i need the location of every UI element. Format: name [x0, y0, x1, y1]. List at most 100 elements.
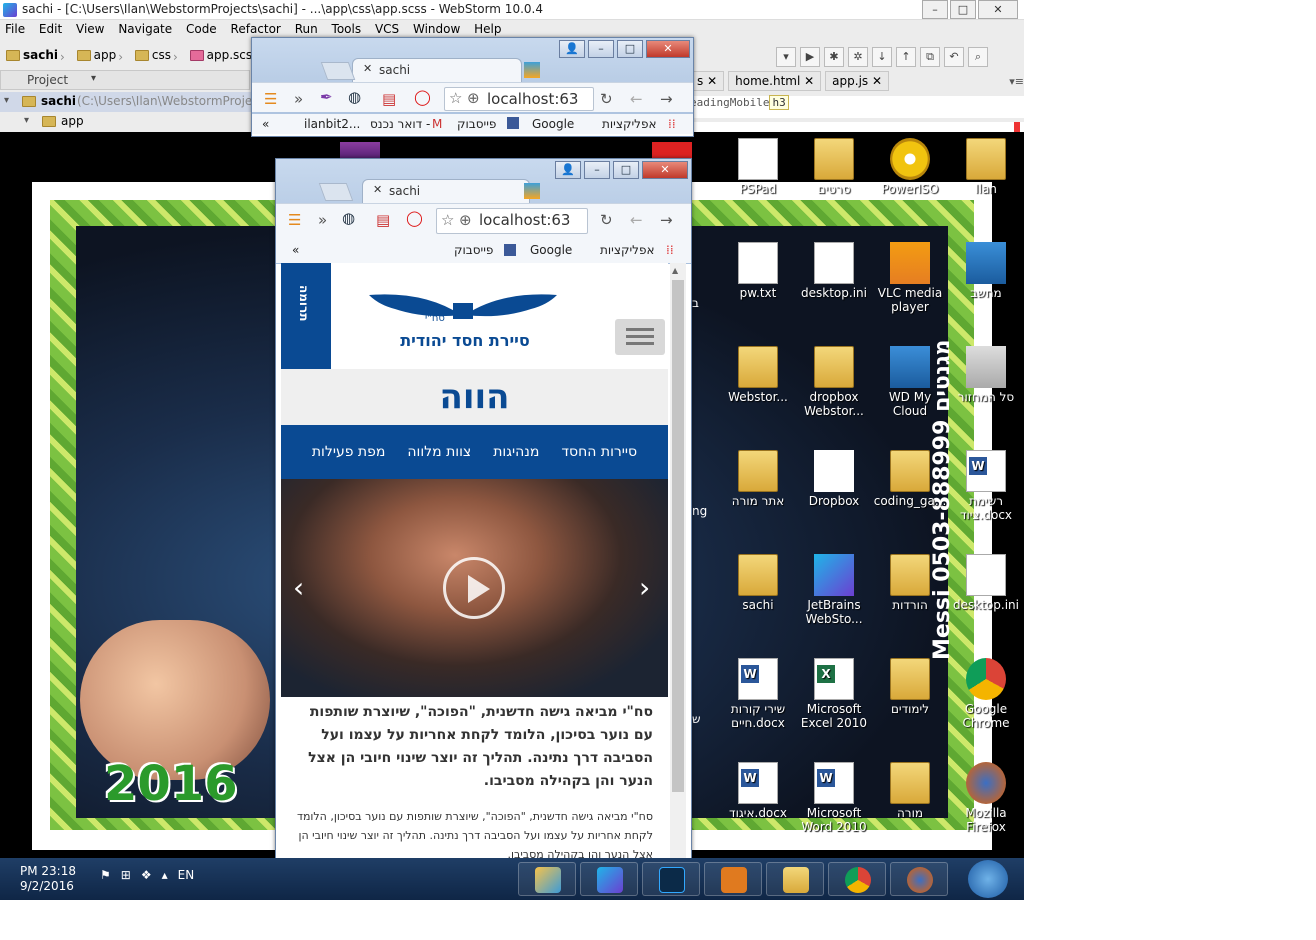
- tree-app-row[interactable]: ▾ app: [0, 112, 252, 132]
- profile-button[interactable]: 👤: [555, 161, 581, 179]
- menu-icon[interactable]: ☰: [264, 90, 277, 108]
- notes-icon[interactable]: ▤: [382, 90, 396, 108]
- browser-tab[interactable]: sachi ✕: [352, 58, 522, 82]
- bookmark-item[interactable]: אפליקציות: [600, 243, 655, 257]
- desktop-icon[interactable]: רשימת ציוד.docx: [948, 450, 1024, 522]
- revert-icon[interactable]: ↶: [944, 47, 964, 67]
- bookmark-item[interactable]: ilanbit2...: [304, 117, 360, 131]
- desktop-icon[interactable]: שירי קורות חיים.docx: [720, 658, 796, 730]
- menu-edit[interactable]: Edit: [39, 22, 62, 36]
- minimize-button[interactable]: –: [588, 40, 614, 58]
- extension-icon[interactable]: [524, 183, 540, 199]
- menu-icon[interactable]: ☰: [288, 211, 301, 229]
- vcs-update-icon[interactable]: ↓: [872, 47, 892, 67]
- globe-icon[interactable]: ◍: [342, 209, 355, 227]
- nav-item[interactable]: סיירות החסד: [561, 444, 637, 460]
- maximize-button[interactable]: □: [613, 161, 639, 179]
- desktop-icon[interactable]: PSPad: [720, 138, 796, 196]
- profile-button[interactable]: 👤: [559, 40, 585, 58]
- desktop-icon[interactable]: Ilan: [948, 138, 1024, 196]
- run-config-dropdown[interactable]: ▾: [776, 47, 796, 67]
- back-icon[interactable]: ←: [630, 90, 643, 108]
- language-indicator[interactable]: EN: [178, 868, 195, 882]
- address-bar[interactable]: ☆ ⊕ localhost:63: [444, 87, 594, 111]
- tab-scss-partial[interactable]: s ✕: [690, 71, 725, 91]
- hamburger-menu-button[interactable]: [615, 319, 665, 355]
- crumb-sachi[interactable]: sachi: [6, 44, 58, 66]
- scroll-up-icon[interactable]: ▲: [672, 266, 678, 275]
- opera-icon[interactable]: ◯: [406, 209, 423, 227]
- start-button[interactable]: [968, 860, 1008, 898]
- close-tab-icon[interactable]: ✕: [363, 62, 372, 75]
- run-icon[interactable]: ▶: [800, 47, 820, 67]
- play-icon[interactable]: [443, 557, 505, 619]
- chevron-down-icon[interactable]: ▾: [4, 95, 9, 106]
- address-bar[interactable]: ☆ ⊕ localhost:63: [436, 208, 588, 234]
- scrollbar-thumb[interactable]: [672, 280, 684, 792]
- editor-tag[interactable]: h3: [769, 95, 789, 110]
- reload-icon[interactable]: ↻: [600, 211, 613, 229]
- nav-item[interactable]: צוות מלווה: [407, 444, 471, 460]
- desktop-icon[interactable]: VLC media player: [872, 242, 948, 314]
- desktop-icon[interactable]: סל המחזור: [948, 346, 1024, 404]
- bookmark-item[interactable]: דואר נכנס -: [370, 117, 430, 131]
- next-arrow-icon[interactable]: ›: [639, 571, 650, 604]
- desktop-icon[interactable]: איגוד.docx: [720, 762, 796, 820]
- desktop-icon[interactable]: Google Chrome: [948, 658, 1024, 730]
- desktop-icon[interactable]: מורה: [872, 762, 948, 820]
- editor-area[interactable]: [690, 122, 1024, 132]
- desktop-icon[interactable]: WD My Cloud: [872, 346, 948, 418]
- tab-app-js[interactable]: app.js ✕: [825, 71, 890, 91]
- star-icon[interactable]: ☆: [441, 211, 454, 229]
- overflow-icon[interactable]: «: [262, 117, 269, 131]
- desktop-icon[interactable]: הורדות: [872, 554, 948, 612]
- project-panel-header[interactable]: Project ▾: [0, 70, 250, 90]
- site-logo[interactable]: סח"י סיירת חסד יהודית: [365, 289, 561, 361]
- menu-window[interactable]: Window: [413, 22, 460, 36]
- hero-video[interactable]: ‹ ›: [281, 479, 668, 697]
- crumb-file[interactable]: app.scss: [189, 44, 258, 66]
- browser-tab[interactable]: sachi ✕: [362, 179, 530, 203]
- overflow-icon[interactable]: «: [292, 243, 299, 257]
- prev-arrow-icon[interactable]: ‹: [293, 571, 304, 604]
- menu-help[interactable]: Help: [474, 22, 501, 36]
- desktop-icon[interactable]: אתר מורה: [720, 450, 796, 508]
- compare-icon[interactable]: ⧉: [920, 47, 940, 67]
- maximize-button[interactable]: □: [950, 0, 976, 19]
- action-center-icon[interactable]: ⚑: [100, 868, 111, 882]
- menu-run[interactable]: Run: [295, 22, 318, 36]
- star-icon[interactable]: ☆: [449, 89, 462, 107]
- minimize-button[interactable]: –: [584, 161, 610, 179]
- desktop-icon[interactable]: PowerISO: [872, 138, 948, 196]
- taskbar-chrome[interactable]: [828, 862, 886, 896]
- taskbar-media[interactable]: [704, 862, 762, 896]
- desktop-icon[interactable]: סרטים: [796, 138, 872, 196]
- dropbox-tray-icon[interactable]: ❖: [141, 868, 152, 882]
- forward-icon[interactable]: →: [660, 211, 673, 229]
- crumb-css[interactable]: css: [134, 44, 171, 66]
- reload-icon[interactable]: ↻: [600, 90, 613, 108]
- extension-icon[interactable]: [524, 62, 540, 78]
- menu-tools[interactable]: Tools: [332, 22, 362, 36]
- chevron-down-icon[interactable]: ▾: [24, 115, 29, 126]
- desktop-icon[interactable]: coding_ga...: [872, 450, 948, 508]
- tabs-overflow-icon[interactable]: ▾≡: [1009, 75, 1024, 88]
- desktop-icon[interactable]: Dropbox: [796, 450, 872, 508]
- close-button[interactable]: ✕: [642, 161, 688, 179]
- menu-refactor[interactable]: Refactor: [231, 22, 281, 36]
- menu-code[interactable]: Code: [186, 22, 217, 36]
- desktop-icon[interactable]: Microsoft Word 2010: [796, 762, 872, 834]
- globe-icon[interactable]: ◍: [348, 88, 361, 106]
- close-tab-icon[interactable]: ✕: [373, 183, 382, 196]
- windows-icon[interactable]: ⊞: [121, 868, 131, 882]
- tab-home-html[interactable]: home.html ✕: [728, 71, 822, 91]
- menu-vcs[interactable]: VCS: [375, 22, 399, 36]
- taskbar-webstorm[interactable]: [580, 862, 638, 896]
- taskbar-photoshop[interactable]: [642, 862, 700, 896]
- search-icon[interactable]: ⌕: [968, 47, 988, 67]
- desktop-icon[interactable]: מחשב: [948, 242, 1024, 300]
- taskbar-paint[interactable]: [518, 862, 576, 896]
- menu-file[interactable]: File: [5, 22, 25, 36]
- forward-icon[interactable]: →: [660, 90, 673, 108]
- minimize-button[interactable]: –: [922, 0, 948, 19]
